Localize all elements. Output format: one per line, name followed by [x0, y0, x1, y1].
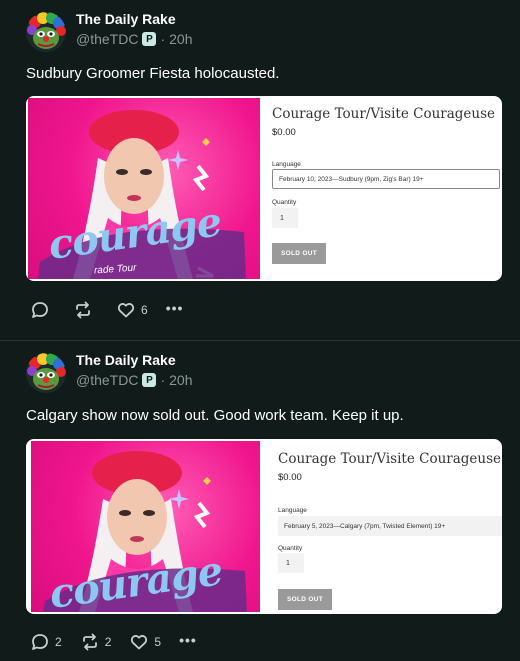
post-time[interactable]: 20h — [169, 372, 192, 388]
reply-button[interactable] — [30, 300, 55, 320]
repost-count: 2 — [104, 635, 112, 649]
sold-out-button[interactable]: SOLD OUT — [272, 243, 326, 264]
link-card[interactable]: courage Courage Tour/Visite Courageuse $… — [26, 439, 502, 614]
repost-icon — [76, 301, 90, 319]
post-text: Sudbury Groomer Fiesta holocausted. — [26, 65, 280, 82]
heart-icon — [117, 303, 135, 318]
meta-separator: · — [160, 372, 166, 388]
reply-icon — [32, 634, 48, 650]
premium-badge-icon: P — [142, 373, 157, 387]
reply-count: 2 — [55, 635, 62, 649]
quantity-label: Quantity — [272, 199, 297, 206]
language-select[interactable]: February 10, 2023—Sudbury (9pm, Zig's Ba… — [272, 169, 500, 189]
card-image[interactable]: courage — [31, 441, 260, 612]
meta-separator: · — [160, 31, 166, 47]
card-image[interactable]: courage rade Tour — [28, 98, 260, 279]
product-price: $0.00 — [272, 127, 296, 138]
card-body: Courage Tour/Visite Courageuse $0.00 Lan… — [272, 96, 502, 281]
repost-button[interactable] — [73, 300, 98, 320]
post-time[interactable]: 20h — [169, 31, 192, 47]
quantity-label: Quantity — [278, 545, 303, 552]
reply-icon — [32, 302, 48, 318]
language-select[interactable]: February 5, 2023—Calgary (7pm, Twisted E… — [278, 516, 502, 536]
card-body: Courage Tour/Visite Courageuse $0.00 Lan… — [278, 439, 502, 614]
link-card[interactable]: courage rade Tour Courage Tour/Visite Co… — [26, 96, 502, 281]
like-count: 5 — [154, 635, 162, 649]
language-label: Language — [278, 507, 307, 514]
product-price: $0.00 — [278, 472, 302, 483]
more-options-icon[interactable]: ••• — [166, 298, 184, 318]
author-name[interactable]: The Daily Rake — [76, 11, 176, 27]
sold-out-button[interactable]: SOLD OUT — [278, 589, 332, 610]
post[interactable]: The Daily Rake @theTDC P · 20h Calgary s… — [0, 341, 520, 661]
like-count: 6 — [141, 303, 148, 317]
avatar[interactable] — [26, 12, 66, 52]
language-label: Language — [272, 161, 301, 168]
repost-icon — [82, 633, 97, 651]
author-meta: @theTDC P · 20h — [76, 372, 192, 388]
like-button[interactable]: 6 — [116, 300, 148, 320]
product-title: Courage Tour/Visite Courageuse — [272, 106, 496, 122]
product-title: Courage Tour/Visite Courageuse — [278, 451, 502, 467]
post-actions: 2 2 5 ••• — [30, 632, 215, 652]
reply-button[interactable]: 2 — [30, 632, 62, 652]
post-text: Calgary show now sold out. Good work tea… — [26, 407, 404, 424]
quantity-input[interactable]: 1 — [272, 208, 298, 228]
author-handle[interactable]: @theTDC — [76, 372, 138, 388]
premium-badge-icon: P — [142, 32, 157, 46]
author-name[interactable]: The Daily Rake — [76, 352, 176, 368]
like-button[interactable]: 5 — [129, 632, 161, 652]
post-actions: 6 ••• — [30, 300, 201, 320]
post[interactable]: The Daily Rake @theTDC P · 20h Sudbury G… — [0, 0, 520, 340]
author-handle[interactable]: @theTDC — [76, 31, 138, 47]
avatar[interactable] — [26, 353, 66, 393]
repost-button[interactable]: 2 — [80, 632, 112, 652]
heart-icon — [131, 635, 148, 650]
more-options-icon[interactable]: ••• — [179, 630, 197, 650]
quantity-input[interactable]: 1 — [278, 553, 304, 573]
author-meta: @theTDC P · 20h — [76, 31, 192, 47]
